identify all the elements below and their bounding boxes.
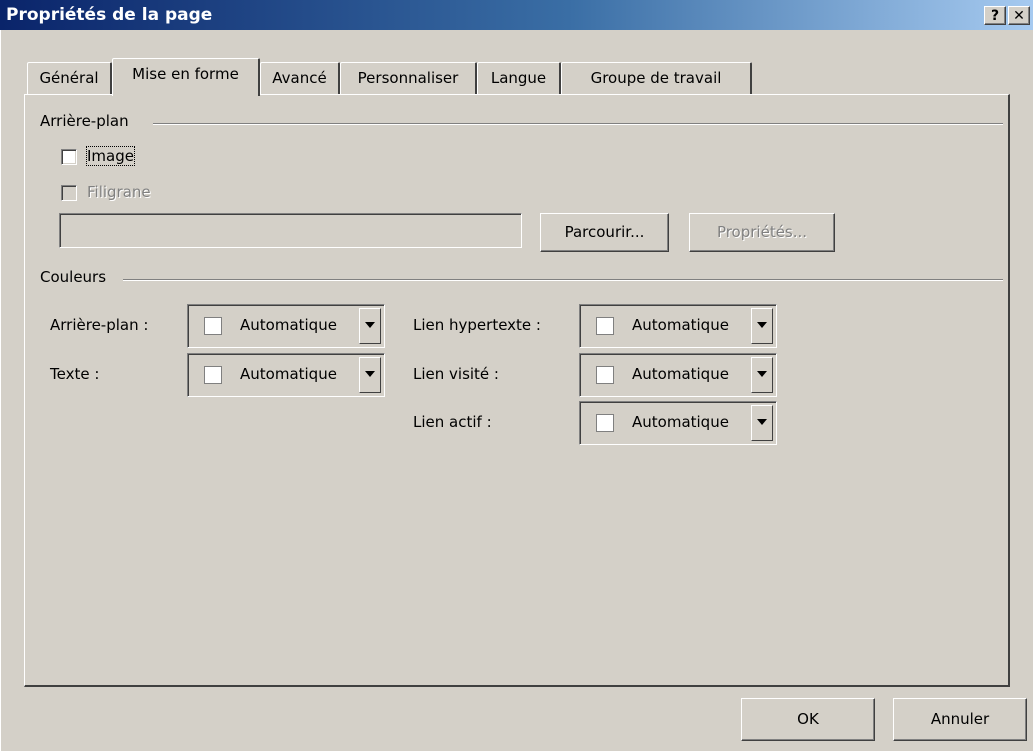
browse-button[interactable]: Parcourir... — [540, 213, 669, 252]
background-color-dropdown[interactable]: Automatique — [187, 304, 385, 348]
text-color-value: Automatique — [240, 365, 337, 383]
background-color-label: Arrière-plan : — [50, 316, 149, 334]
tab-avance[interactable]: Avancé — [260, 62, 340, 94]
visited-link-color-value: Automatique — [632, 365, 729, 383]
chevron-down-icon[interactable] — [751, 308, 773, 344]
tab-general[interactable]: Général — [27, 62, 112, 94]
close-icon[interactable]: ✕ — [1008, 6, 1030, 25]
chevron-down-icon[interactable] — [751, 357, 773, 393]
chevron-down-icon[interactable] — [359, 308, 381, 344]
watermark-checkbox[interactable] — [61, 185, 77, 201]
active-link-color-label: Lien actif : — [413, 413, 492, 431]
window-title: Propriétés de la page — [6, 5, 213, 25]
active-link-color-dropdown[interactable]: Automatique — [579, 401, 777, 445]
visited-link-color-label: Lien visité : — [413, 365, 499, 383]
visited-link-color-dropdown[interactable]: Automatique — [579, 353, 777, 397]
tab-personnaliser[interactable]: Personnaliser — [340, 62, 477, 94]
chevron-down-icon[interactable] — [751, 405, 773, 441]
colors-group-title: Couleurs — [40, 268, 113, 286]
title-bar[interactable]: Propriétés de la page ? ✕ — [0, 0, 1033, 30]
ok-button[interactable]: OK — [741, 698, 875, 741]
color-swatch — [596, 366, 614, 384]
image-checkbox-label[interactable]: Image — [86, 146, 135, 166]
text-color-label: Texte : — [50, 365, 100, 383]
background-image-path-field[interactable] — [59, 213, 522, 248]
colors-group-divider — [123, 279, 1003, 281]
tab-panel: Arrière-plan Image Filigrane Parcourir..… — [24, 94, 1010, 687]
active-link-color-value: Automatique — [632, 413, 729, 431]
help-button[interactable]: ? — [984, 6, 1006, 25]
hyperlink-color-value: Automatique — [632, 316, 729, 334]
color-swatch — [204, 366, 222, 384]
image-checkbox[interactable] — [61, 149, 77, 165]
background-group-title: Arrière-plan — [40, 112, 135, 130]
cancel-button[interactable]: Annuler — [893, 698, 1027, 741]
tab-groupe-de-travail[interactable]: Groupe de travail — [561, 62, 752, 94]
tab-mise-en-forme[interactable]: Mise en forme — [112, 58, 260, 96]
color-swatch — [596, 317, 614, 335]
color-swatch — [204, 317, 222, 335]
hyperlink-color-dropdown[interactable]: Automatique — [579, 304, 777, 348]
background-color-value: Automatique — [240, 316, 337, 334]
tab-langue[interactable]: Langue — [477, 62, 561, 94]
background-group-divider — [153, 123, 1003, 125]
color-swatch — [596, 414, 614, 432]
watermark-checkbox-label: Filigrane — [87, 183, 151, 201]
properties-button[interactable]: Propriétés... — [689, 213, 835, 252]
hyperlink-color-label: Lien hypertexte : — [413, 316, 541, 334]
chevron-down-icon[interactable] — [359, 357, 381, 393]
text-color-dropdown[interactable]: Automatique — [187, 353, 385, 397]
